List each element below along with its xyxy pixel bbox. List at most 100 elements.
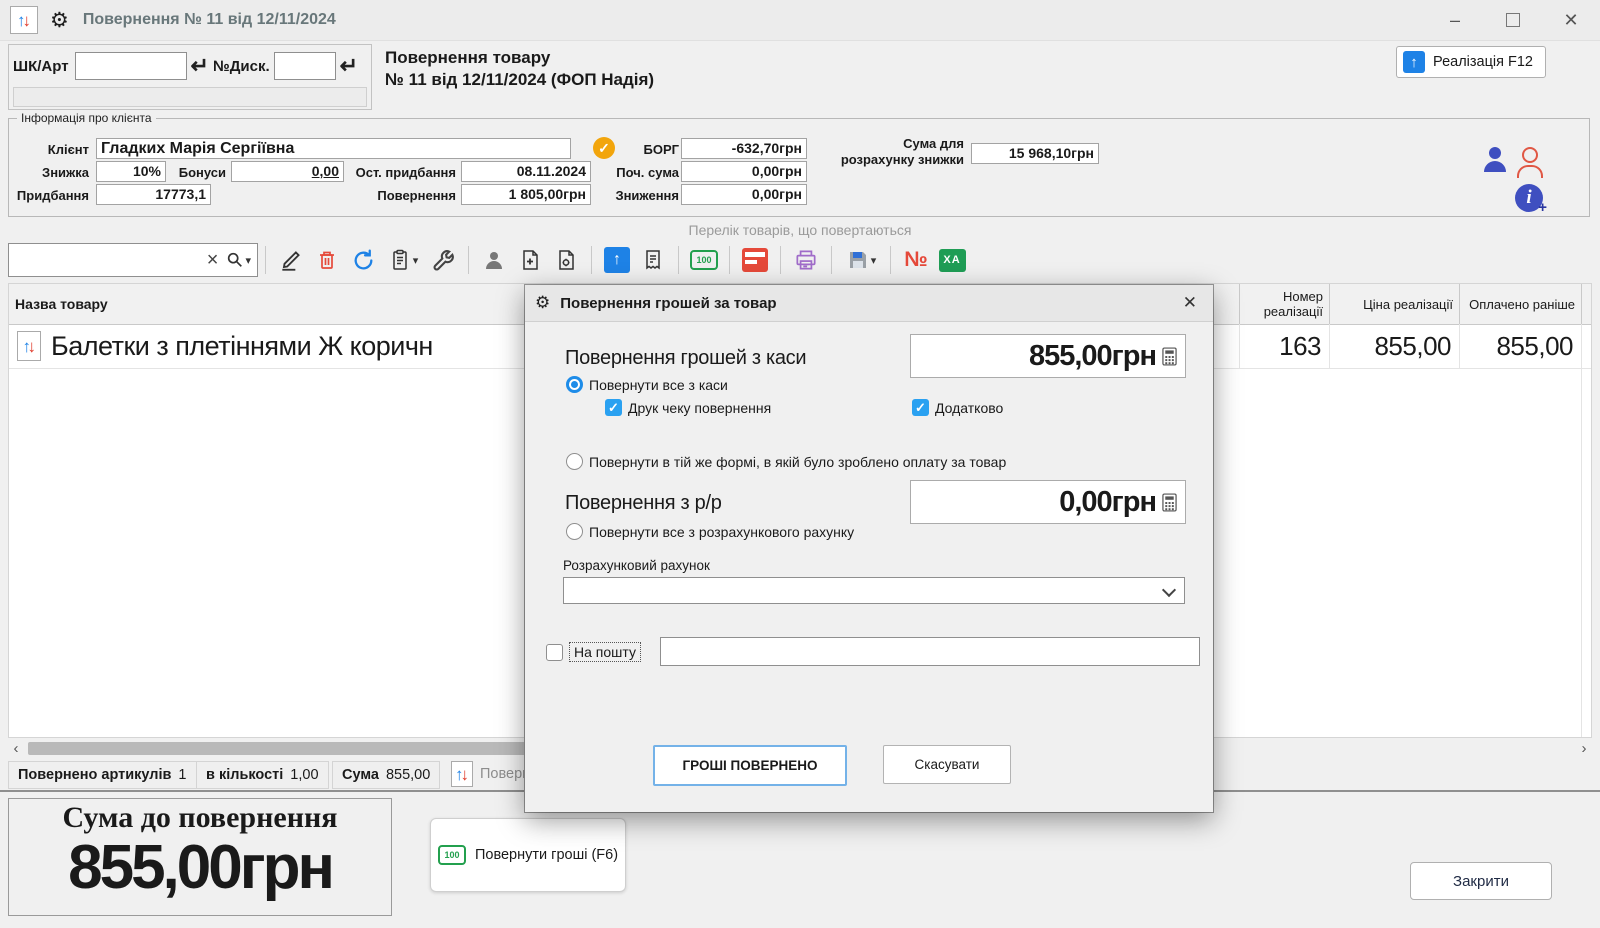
status-quantity-label: в кількості (206, 767, 283, 783)
close-button[interactable]: Закрити (1410, 862, 1552, 900)
clipboard-icon[interactable]: ▾ (381, 243, 425, 277)
gear-icon: ⚙ (535, 295, 550, 312)
close-dialog-icon[interactable]: ✕ (1177, 291, 1203, 315)
discount-base-field: 15 968,10грн (971, 143, 1099, 164)
realization-number-cell[interactable]: 163 (1239, 324, 1329, 368)
status-articles-value: 1 (178, 767, 186, 783)
refresh-icon[interactable] (345, 243, 381, 277)
app-window: ↑ ↓ ⚙ Повернення № 11 від 12/11/2024 – ✕… (0, 0, 1600, 928)
scroll-right-icon[interactable]: › (1576, 740, 1592, 757)
doc-add-icon[interactable] (512, 243, 548, 277)
maximize-icon (1506, 13, 1520, 27)
account-return-heading: Повернення з р/р (565, 492, 722, 515)
mail-input[interactable] (660, 637, 1200, 666)
debt-label: БОРГ (619, 139, 679, 160)
status-sum-label: Сума (342, 767, 379, 783)
receipt-icon[interactable] (635, 243, 671, 277)
column-header-number[interactable]: Номер реалізації (1239, 284, 1329, 324)
calculator-icon[interactable] (1162, 493, 1177, 512)
cash-return-heading: Повернення грошей з каси (565, 347, 806, 370)
client-icon[interactable] (476, 243, 512, 277)
barcode-input[interactable] (75, 52, 187, 80)
account-amount-field[interactable]: 0,00грн (910, 480, 1186, 524)
number-icon[interactable]: № (898, 243, 934, 277)
search-box[interactable]: × ▾ (8, 243, 258, 277)
settings-wrench-icon[interactable] (425, 243, 461, 277)
discount-card-label: №Диск. (213, 58, 270, 75)
status-articles: Повернено артикулів 1 (8, 761, 197, 789)
initial-sum-field: 0,00грн (681, 161, 807, 182)
radio-same-form-label[interactable]: Повернути в тій же формі, в якій було зр… (589, 454, 1006, 470)
up-arrow-icon: ↑ (604, 247, 630, 273)
status-articles-label: Повернено артикулів (18, 767, 171, 783)
column-header-paid[interactable]: Оплачено раніше (1459, 284, 1581, 324)
report-list-icon[interactable] (737, 243, 773, 277)
doc-settings-icon[interactable] (548, 243, 584, 277)
maximize-button[interactable] (1484, 0, 1542, 40)
header-bar: ШК/Арт ↵ №Диск. ↵ Повернення товару № 11… (0, 41, 1600, 113)
reduction-field: 0,00грн (681, 184, 807, 205)
checkbox-mail-label[interactable]: На пошту (569, 642, 641, 662)
discount-field: 10% (96, 161, 166, 182)
status-sum: Сума 855,00 (332, 761, 440, 789)
bonus-field[interactable]: 0,00 (231, 161, 344, 182)
scan-result-field (13, 87, 367, 107)
minimize-button[interactable]: – (1426, 0, 1484, 40)
column-header-price[interactable]: Ціна реалізації (1329, 284, 1459, 324)
document-title: Повернення товару № 11 від 12/11/2024 (Ф… (385, 47, 654, 91)
realization-price-cell[interactable]: 855,00 (1329, 324, 1459, 368)
realization-button[interactable]: ↑ Реалізація F12 (1396, 46, 1546, 78)
status-sum-value: 855,00 (386, 767, 430, 783)
save-icon[interactable]: ▾ (839, 243, 883, 277)
radio-all-from-cash-label[interactable]: Повернути все з каси (589, 377, 728, 393)
client-person-icon[interactable] (1482, 147, 1508, 174)
enter-icon: ↵ (191, 55, 209, 77)
clear-search-icon[interactable]: × (207, 250, 219, 270)
account-select[interactable] (563, 577, 1185, 604)
close-window-button[interactable]: ✕ (1542, 0, 1600, 40)
checkbox-mail[interactable] (546, 644, 563, 661)
checkbox-print-receipt-label[interactable]: Друк чеку повернення (628, 400, 771, 416)
money-returned-button[interactable]: ГРОШІ ПОВЕРНЕНО (653, 745, 847, 786)
checkbox-print-receipt[interactable]: ✓ (605, 399, 622, 416)
plus-glyph: + (1538, 199, 1547, 216)
window-title: Повернення № 11 від 12/11/2024 (83, 11, 336, 29)
status-quantity-value: 1,00 (290, 767, 318, 783)
return-money-button[interactable]: 100 Повернути гроші (F6) (430, 818, 626, 892)
client-name-field: Гладких Марія Сергіївна (96, 138, 571, 159)
cancel-button[interactable]: Скасувати (883, 745, 1011, 784)
search-icon[interactable]: ▾ (226, 251, 251, 269)
excel-export-icon[interactable]: XA (934, 243, 970, 277)
discount-card-input[interactable] (274, 52, 336, 80)
cash-amount-field[interactable]: 855,00грн (910, 334, 1186, 378)
account-amount-value: 0,00грн (1059, 486, 1156, 519)
banknote-icon[interactable]: 100 (686, 243, 722, 277)
client-info-icon[interactable]: i + (1515, 184, 1543, 212)
product-name: Балетки з плетіннями Ж коричн (51, 331, 433, 362)
status-return-text: Поверн (480, 766, 530, 782)
edit-icon[interactable] (273, 243, 309, 277)
document-title-line1: Повернення товару (385, 47, 654, 69)
calculator-icon[interactable] (1162, 347, 1177, 366)
discount-base-label: Сума для розрахунку знижки (839, 136, 964, 170)
scroll-left-icon[interactable]: ‹ (8, 740, 24, 757)
radio-all-from-account-label[interactable]: Повернути все з розрахункового рахунку (589, 524, 854, 540)
add-client-person-icon[interactable] (1517, 147, 1543, 174)
paid-before-cell[interactable]: 855,00 (1459, 324, 1581, 368)
return-money-button-label: Повернути гроші (F6) (475, 847, 618, 863)
delete-icon[interactable] (309, 243, 345, 277)
cash-amount-value: 855,00грн (1029, 340, 1156, 373)
search-input[interactable] (9, 251, 199, 269)
client-info-groupbox: Інформація про клієнта Клієнт Гладких Ма… (8, 118, 1590, 217)
checkbox-additional[interactable]: ✓ (912, 399, 929, 416)
upload-return-icon[interactable]: ↑ (599, 243, 635, 277)
checkbox-additional-label[interactable]: Додатково (935, 400, 1003, 416)
radio-same-form[interactable] (566, 453, 583, 470)
check-icon: ✓ (915, 400, 926, 416)
column-header-spacer (1581, 284, 1594, 324)
radio-all-from-cash[interactable] (566, 376, 583, 393)
purchases-field: 17773,1 (96, 184, 211, 205)
toolbar: × ▾ ▾ (8, 241, 970, 279)
radio-all-from-account[interactable] (566, 523, 583, 540)
printer-icon[interactable] (788, 243, 824, 277)
